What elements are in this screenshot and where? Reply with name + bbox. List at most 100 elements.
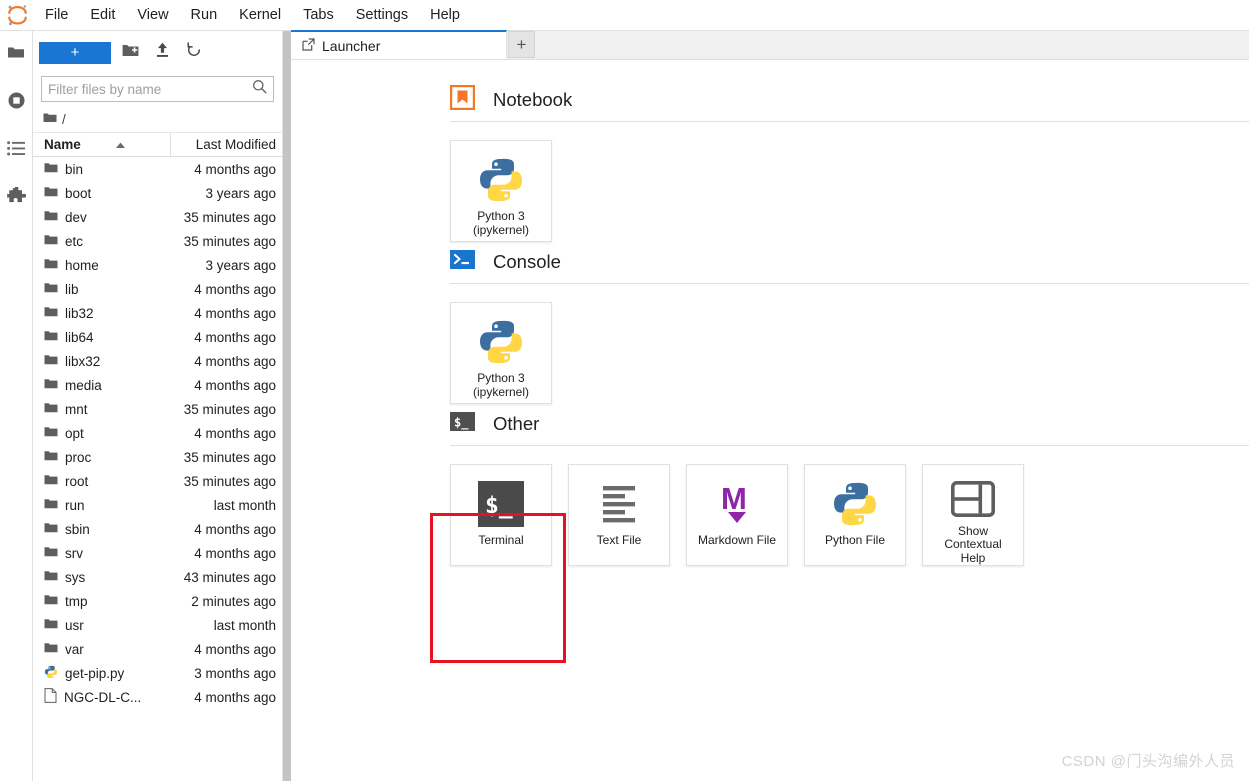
- new-folder-button[interactable]: [117, 41, 143, 65]
- launcher-section-title: Console: [493, 251, 561, 272]
- file-item-name: etc: [33, 234, 170, 249]
- file-list-item[interactable]: boot 3 years ago: [33, 181, 282, 205]
- file-list-item[interactable]: dev 35 minutes ago: [33, 205, 282, 229]
- file-list-item[interactable]: root 35 minutes ago: [33, 469, 282, 493]
- refresh-icon: [186, 42, 202, 63]
- file-item-label: mnt: [65, 401, 88, 417]
- file-list-item[interactable]: lib 4 months ago: [33, 277, 282, 301]
- filter-files-box[interactable]: [41, 76, 274, 102]
- sidebar-item-toc[interactable]: [0, 127, 33, 175]
- launcher-section: Console Python 3 (ipykernel): [291, 242, 1249, 404]
- launcher-card-label: Terminal: [478, 533, 524, 547]
- file-list-item[interactable]: home 3 years ago: [33, 253, 282, 277]
- file-item-name: boot: [33, 186, 170, 201]
- python3-console-card[interactable]: Python 3 (ipykernel): [450, 302, 552, 404]
- file-list-item[interactable]: lib32 4 months ago: [33, 301, 282, 325]
- file-list-item[interactable]: lib64 4 months ago: [33, 325, 282, 349]
- file-list-item[interactable]: media 4 months ago: [33, 373, 282, 397]
- new-tab-button[interactable]: +: [508, 31, 535, 58]
- activity-bar: [0, 31, 33, 781]
- file-item-modified: 43 minutes ago: [183, 569, 276, 585]
- folder-icon: [44, 546, 58, 561]
- file-list-item[interactable]: sbin 4 months ago: [33, 517, 282, 541]
- python-file-card[interactable]: Python File: [804, 464, 906, 566]
- text-file-icon: [44, 688, 57, 706]
- upload-button[interactable]: [149, 41, 175, 65]
- menu-help[interactable]: Help: [419, 0, 471, 31]
- launcher-card-row: $_ Terminal Text File M Markdown File Py…: [291, 446, 1249, 566]
- file-list-item[interactable]: bin 4 months ago: [33, 157, 282, 181]
- file-item-label: dev: [65, 209, 87, 225]
- text-file-card[interactable]: Text File: [568, 464, 670, 566]
- new-launcher-button[interactable]: +: [39, 41, 111, 64]
- jupyter-logo-icon: [0, 0, 34, 31]
- python-logo-icon: [831, 478, 879, 530]
- sidebar-item-running[interactable]: [0, 79, 33, 127]
- terminal-prompt-icon: $_: [450, 409, 475, 439]
- panel-splitter[interactable]: [283, 31, 291, 781]
- file-item-modified: 4 months ago: [194, 281, 276, 297]
- launcher-panel: Notebook Python 3 (ipykernel) Console Pyt…: [291, 60, 1249, 781]
- column-header-last-modified[interactable]: Last Modified: [170, 132, 282, 157]
- sort-ascending-icon: [115, 137, 126, 152]
- menu-edit[interactable]: Edit: [79, 0, 126, 31]
- file-list-item[interactable]: etc 35 minutes ago: [33, 229, 282, 253]
- file-item-label: libx32: [65, 353, 101, 369]
- file-item-modified: 4 months ago: [194, 305, 276, 321]
- search-input[interactable]: [48, 81, 252, 97]
- file-list-item[interactable]: mnt 35 minutes ago: [33, 397, 282, 421]
- column-header-name[interactable]: Name: [33, 137, 170, 152]
- file-list-item[interactable]: tmp 2 minutes ago: [33, 589, 282, 613]
- file-item-label: tmp: [65, 593, 88, 609]
- menu-tabs[interactable]: Tabs: [292, 0, 345, 31]
- folder-icon: [44, 354, 58, 369]
- file-item-modified: 4 months ago: [194, 425, 276, 441]
- file-list-item[interactable]: sys 43 minutes ago: [33, 565, 282, 589]
- file-item-name: dev: [33, 210, 170, 225]
- launcher-card-label: Python File: [824, 533, 886, 547]
- terminal-card[interactable]: $_ Terminal: [450, 464, 552, 566]
- sidebar-item-extensions[interactable]: [0, 175, 33, 223]
- sidebar-item-file-browser[interactable]: [0, 31, 33, 79]
- upload-icon: [155, 42, 170, 63]
- tab-launcher[interactable]: Launcher: [291, 30, 507, 59]
- markdown-file-card[interactable]: M Markdown File: [686, 464, 788, 566]
- show-contextual-help-card[interactable]: Show Contextual Help: [922, 464, 1024, 566]
- file-list-item[interactable]: srv 4 months ago: [33, 541, 282, 565]
- launcher-icon: [302, 37, 315, 54]
- menu-settings[interactable]: Settings: [345, 0, 419, 31]
- menu-file[interactable]: File: [34, 0, 79, 31]
- menu-kernel[interactable]: Kernel: [228, 0, 292, 31]
- breadcrumb[interactable]: /: [33, 107, 282, 133]
- file-list-item[interactable]: usr last month: [33, 613, 282, 637]
- python3-notebook-card[interactable]: Python 3 (ipykernel): [450, 140, 552, 242]
- file-item-name: tmp: [33, 594, 170, 609]
- file-list-header: Name Last Modified: [33, 132, 282, 157]
- file-item-name: get-pip.py: [33, 665, 170, 682]
- menu-bar: File Edit View Run Kernel Tabs Settings …: [0, 0, 1249, 31]
- file-item-name: sbin: [33, 522, 170, 537]
- folder-icon: [44, 426, 58, 441]
- file-item-name: media: [33, 378, 170, 393]
- menu-run[interactable]: Run: [180, 0, 229, 31]
- launcher-card-row: Python 3 (ipykernel): [291, 122, 1249, 242]
- file-item-name: run: [33, 498, 170, 513]
- file-list-item[interactable]: opt 4 months ago: [33, 421, 282, 445]
- file-item-modified: 35 minutes ago: [183, 401, 276, 417]
- file-item-label: lib32: [65, 305, 94, 321]
- file-item-name: opt: [33, 426, 170, 441]
- file-item-modified: last month: [213, 497, 276, 513]
- file-list-item[interactable]: proc 35 minutes ago: [33, 445, 282, 469]
- file-list-item[interactable]: var 4 months ago: [33, 637, 282, 661]
- file-list-item[interactable]: NGC-DL-C... 4 months ago: [33, 685, 282, 709]
- folder-icon: [44, 642, 58, 657]
- file-list[interactable]: bin 4 months ago boot 3 years ago dev 35…: [33, 157, 282, 781]
- menu-view[interactable]: View: [126, 0, 179, 31]
- refresh-button[interactable]: [181, 41, 207, 65]
- file-item-modified: 35 minutes ago: [183, 209, 276, 225]
- folder-icon: [44, 474, 58, 489]
- file-item-name: root: [33, 474, 170, 489]
- file-list-item[interactable]: get-pip.py 3 months ago: [33, 661, 282, 685]
- file-list-item[interactable]: libx32 4 months ago: [33, 349, 282, 373]
- file-list-item[interactable]: run last month: [33, 493, 282, 517]
